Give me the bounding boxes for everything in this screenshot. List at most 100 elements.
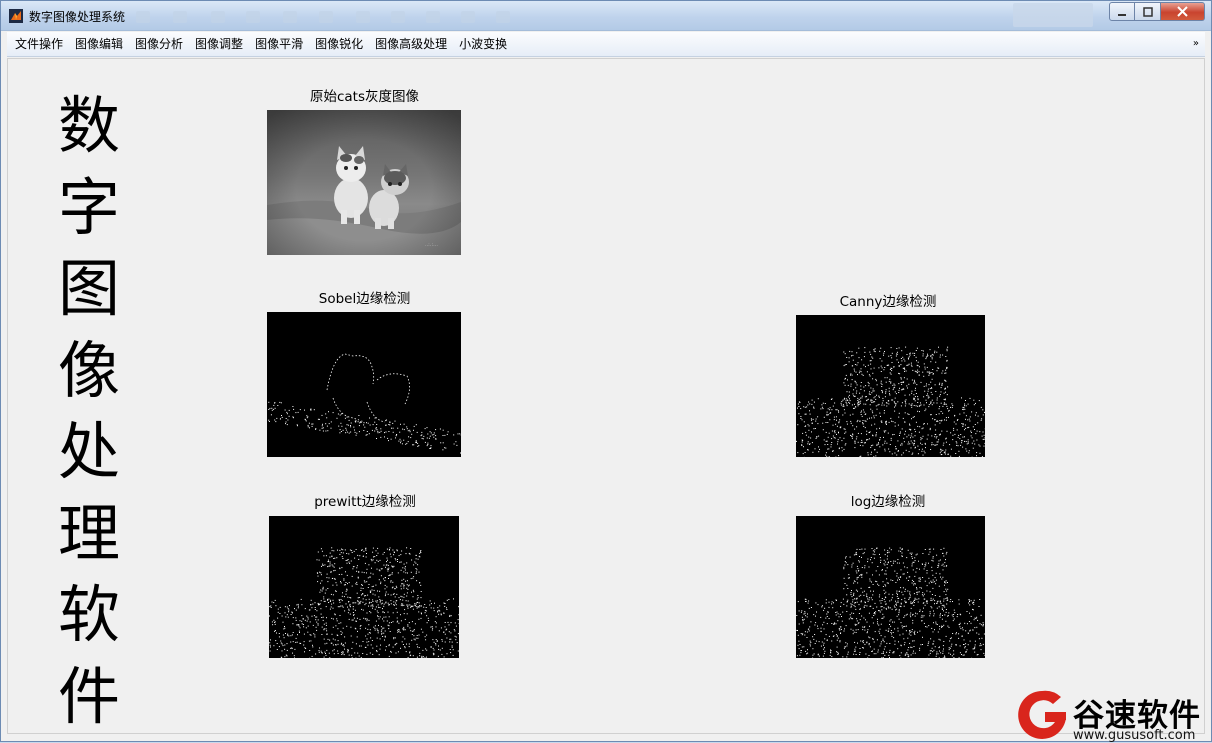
- edge-pixel: [381, 634, 382, 635]
- edge-pixel: [841, 405, 842, 406]
- edge-pixel: [402, 605, 403, 606]
- edge-pixel: [889, 624, 890, 625]
- edge-pixel: [882, 384, 883, 385]
- edge-pixel: [849, 403, 850, 404]
- edge-pixel: [824, 439, 825, 440]
- edge-pixel: [898, 451, 899, 452]
- edge-pixel: [906, 626, 907, 627]
- edge-pixel: [356, 433, 357, 434]
- edge-pixel: [959, 456, 960, 457]
- title-bar[interactable]: 数字图像处理系统: [1, 1, 1211, 31]
- close-button[interactable]: [1161, 2, 1205, 21]
- edge-pixel: [895, 422, 896, 423]
- edge-pixel: [836, 623, 837, 624]
- edge-pixel: [897, 563, 898, 564]
- edge-pixel: [341, 552, 342, 553]
- edge-pixel: [820, 408, 821, 409]
- edge-pixel: [911, 441, 912, 442]
- edge-pixel: [914, 405, 915, 406]
- edge-pixel: [814, 653, 815, 654]
- edge-pixel: [409, 646, 410, 647]
- edge-pixel: [459, 433, 460, 434]
- edge-pixel: [312, 604, 313, 605]
- edge-pixel: [931, 560, 932, 561]
- matlab-icon: [9, 9, 23, 23]
- menu-smooth[interactable]: 图像平滑: [249, 34, 309, 54]
- edge-pixel: [408, 430, 409, 431]
- edge-pixel: [369, 603, 370, 604]
- edge-pixel: [891, 370, 892, 371]
- edge-pixel: [845, 353, 846, 354]
- menu-file[interactable]: 文件操作: [9, 34, 69, 54]
- edge-pixel: [421, 432, 422, 433]
- edge-pixel: [857, 374, 858, 375]
- edge-pixel: [338, 644, 339, 645]
- edge-pixel: [910, 631, 911, 632]
- edge-pixel: [880, 562, 881, 563]
- edge-pixel: [824, 608, 825, 609]
- edge-pixel: [347, 583, 348, 584]
- edge-pixel: [829, 419, 830, 420]
- edge-pixel: [459, 606, 460, 607]
- edge-pixel: [912, 553, 913, 554]
- edge-pixel: [389, 424, 390, 425]
- menu-overflow-chevron-icon[interactable]: »: [1193, 38, 1199, 49]
- edge-pixel: [859, 613, 860, 614]
- edge-pixel: [846, 585, 847, 586]
- edge-pixel: [412, 621, 413, 622]
- edge-pixel: [409, 644, 410, 645]
- edge-pixel: [940, 652, 941, 653]
- edge-pixel: [931, 598, 932, 599]
- edge-pixel: [879, 404, 880, 405]
- edge-pixel: [830, 650, 831, 651]
- edge-pixel: [301, 621, 302, 622]
- edge-pixel: [326, 555, 327, 556]
- edge-pixel: [885, 584, 886, 585]
- edge-pixel: [855, 609, 856, 610]
- edge-pixel: [843, 352, 844, 353]
- edge-pixel: [852, 618, 853, 619]
- edge-pixel: [886, 578, 887, 579]
- edge-pixel: [861, 368, 862, 369]
- edge-pixel: [406, 588, 407, 589]
- edge-pixel: [404, 568, 405, 569]
- edge-pixel: [397, 612, 398, 613]
- edge-pixel: [891, 565, 892, 566]
- edge-pixel: [332, 578, 333, 579]
- menu-analysis[interactable]: 图像分析: [129, 34, 189, 54]
- edge-pixel: [862, 629, 863, 630]
- maximize-button[interactable]: [1135, 2, 1161, 21]
- edge-pixel: [348, 612, 349, 613]
- edge-pixel: [287, 635, 288, 636]
- edge-pixel: [927, 367, 928, 368]
- edge-pixel: [905, 412, 906, 413]
- menu-wavelet[interactable]: 小波变换: [453, 34, 513, 54]
- edge-pixel: [354, 614, 355, 615]
- edge-pixel: [964, 407, 965, 408]
- edge-pixel: [973, 400, 974, 401]
- edge-pixel: [865, 366, 866, 367]
- edge-pixel: [867, 629, 868, 630]
- menu-advanced[interactable]: 图像高级处理: [369, 34, 453, 54]
- edge-pixel: [445, 448, 446, 449]
- edge-pixel: [883, 437, 884, 438]
- edge-pixel: [342, 653, 343, 654]
- menu-edit[interactable]: 图像编辑: [69, 34, 129, 54]
- edge-pixel: [330, 609, 331, 610]
- edge-pixel: [440, 650, 441, 651]
- edge-pixel: [376, 606, 377, 607]
- edge-pixel: [881, 641, 882, 642]
- edge-pixel: [943, 445, 944, 446]
- edge-pixel: [872, 412, 873, 413]
- edge-pixel: [834, 417, 835, 418]
- edge-pixel: [865, 654, 866, 655]
- edge-pixel: [312, 645, 313, 646]
- minimize-button[interactable]: [1109, 2, 1135, 21]
- edge-pixel: [319, 430, 320, 431]
- edge-pixel: [883, 400, 884, 401]
- menu-sharpen[interactable]: 图像锐化: [309, 34, 369, 54]
- edge-pixel: [911, 447, 912, 448]
- edge-pixel: [395, 644, 396, 645]
- edge-pixel: [817, 416, 818, 417]
- menu-adjust[interactable]: 图像调整: [189, 34, 249, 54]
